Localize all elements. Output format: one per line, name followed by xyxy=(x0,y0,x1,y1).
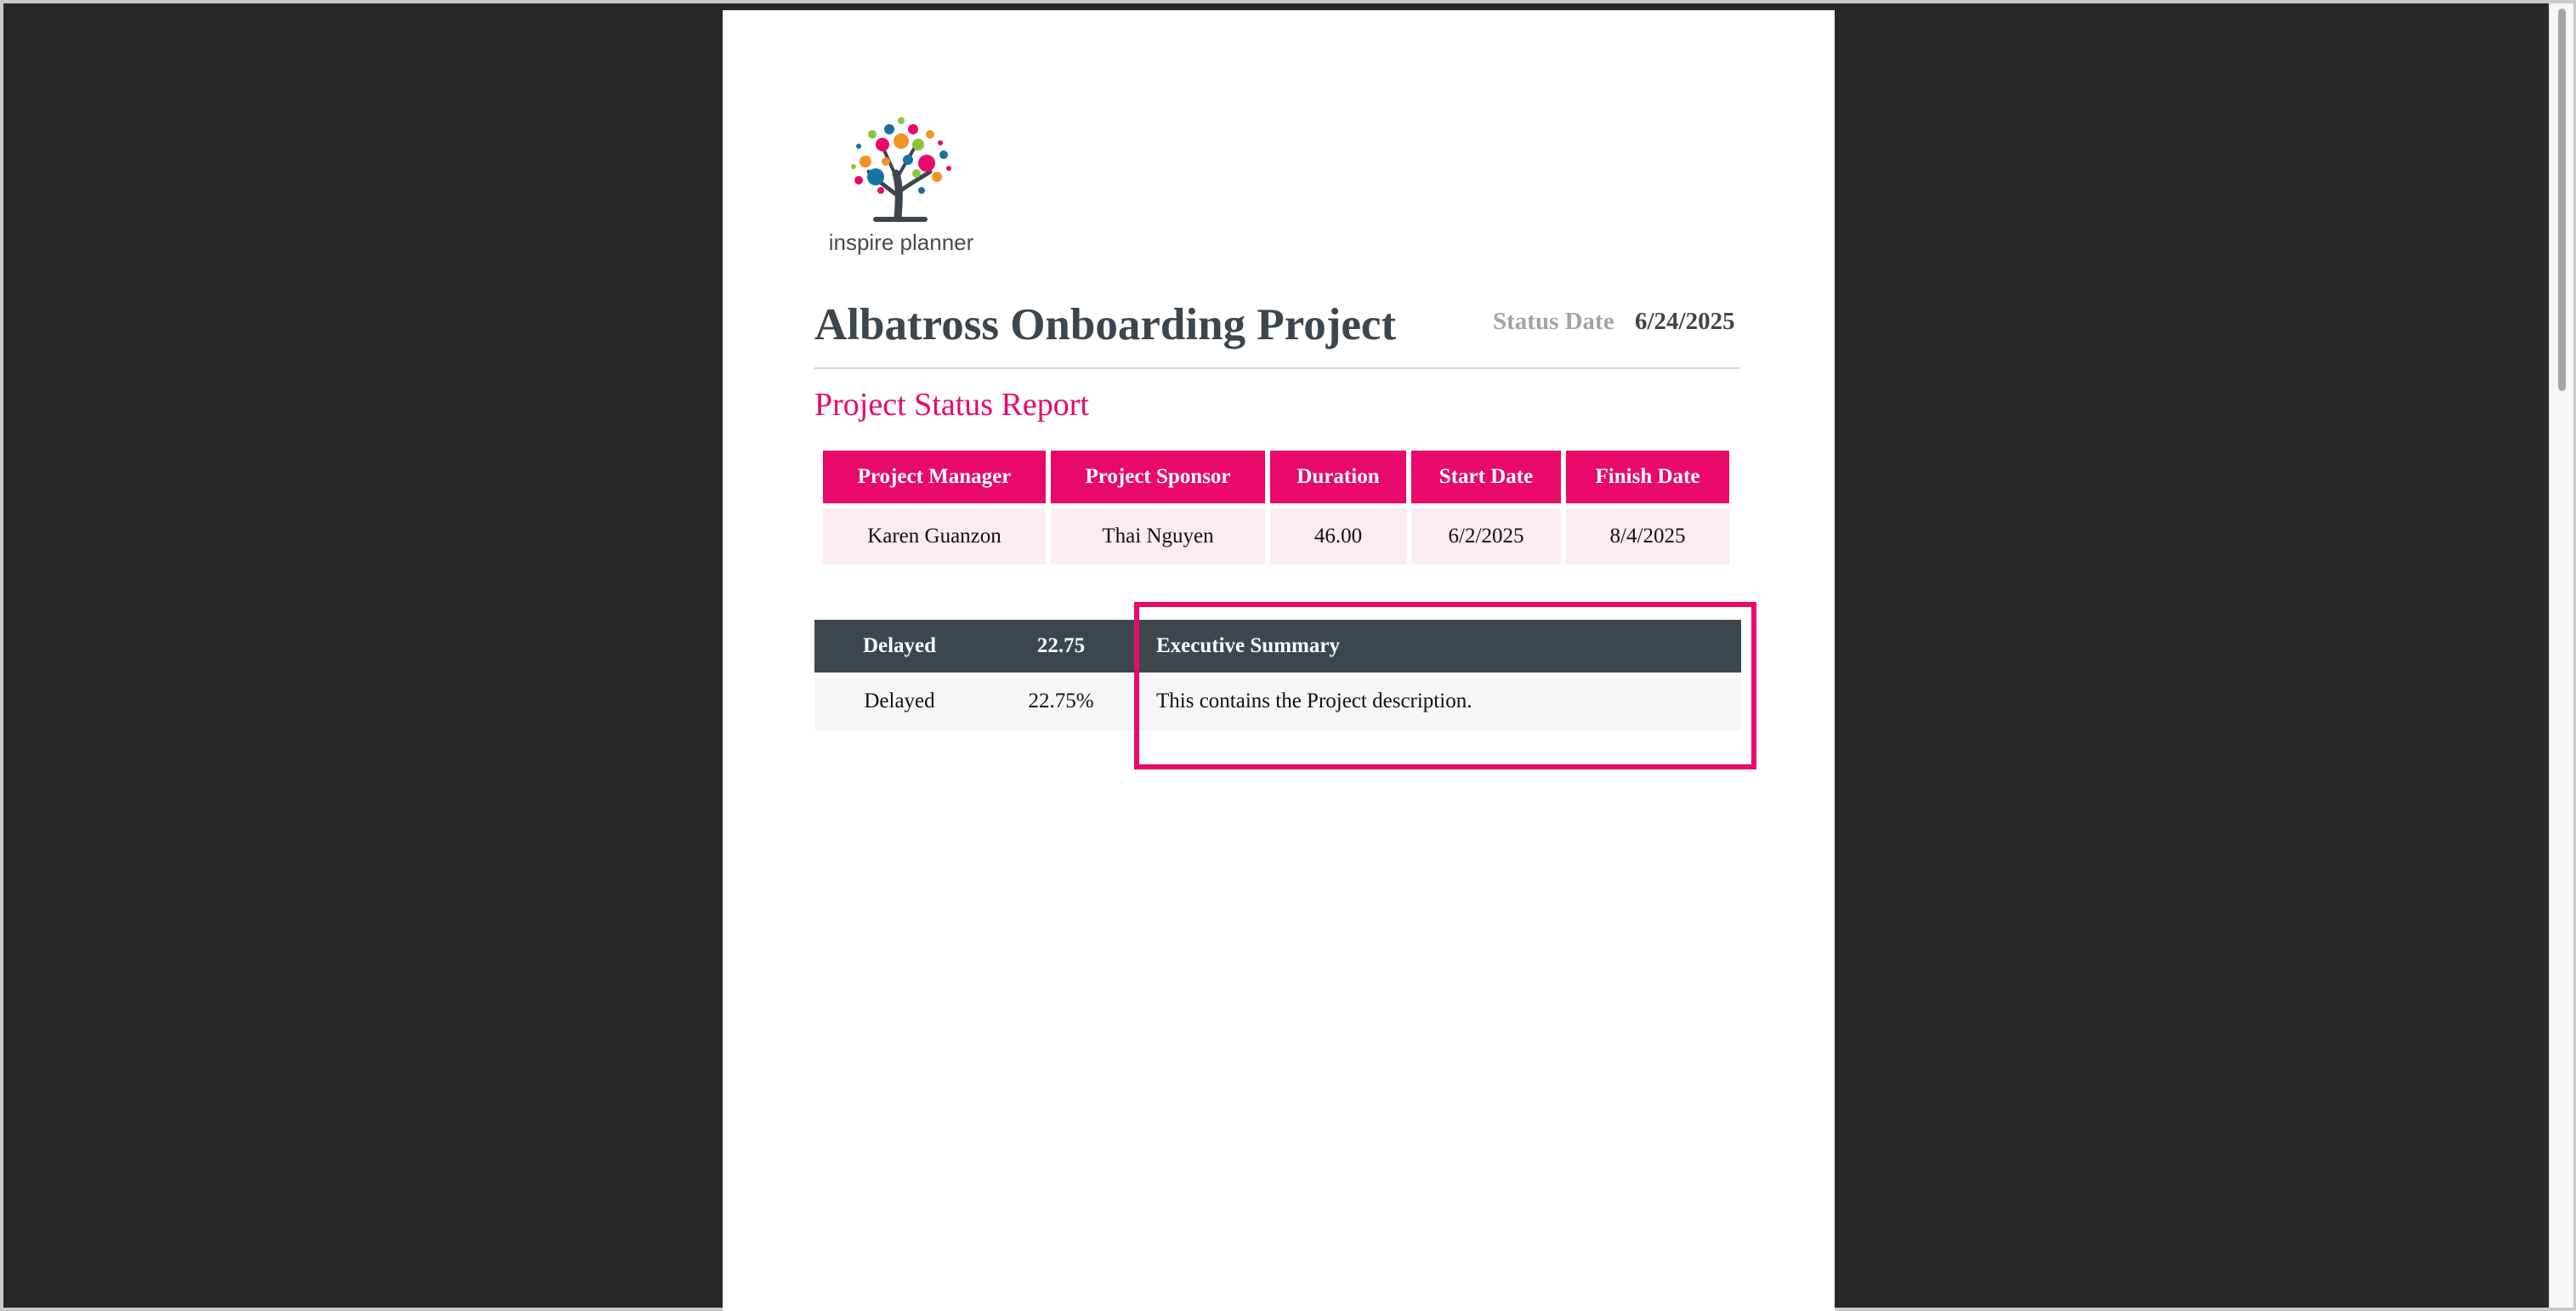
percent-complete-cell: 22.75% xyxy=(984,673,1138,730)
info-value-cell: Thai Nguyen xyxy=(1051,503,1265,565)
tree-logo-icon xyxy=(851,117,951,222)
info-value-cell: 46.00 xyxy=(1270,503,1406,565)
report-subtitle: Project Status Report xyxy=(814,387,1089,423)
info-header-cell: Project Manager xyxy=(823,451,1046,503)
info-value-cell: Karen Guanzon xyxy=(823,503,1046,565)
info-value-cell: 6/2/2025 xyxy=(1411,503,1561,565)
pdf-viewer: inspire planner Albatross Onboarding Pro… xyxy=(3,3,2549,1311)
info-header-cell: Start Date xyxy=(1411,451,1561,503)
title-divider xyxy=(814,367,1739,369)
logo-text: inspire planner xyxy=(828,230,974,255)
info-header-row: Project Manager Project Sponsor Duration… xyxy=(823,451,1729,503)
info-header-cell: Project Sponsor xyxy=(1051,451,1265,503)
status-date-label: Status Date xyxy=(1493,308,1614,335)
status-header-cell: 22.75 xyxy=(984,620,1138,673)
highlight-box xyxy=(1134,602,1756,769)
info-value-cell: 8/4/2025 xyxy=(1566,503,1729,565)
info-header-cell: Finish Date xyxy=(1566,451,1729,503)
inspire-planner-logo: inspire planner xyxy=(825,112,978,261)
report-page: inspire planner Albatross Onboarding Pro… xyxy=(723,10,1835,1311)
info-value-row: Karen Guanzon Thai Nguyen 46.00 6/2/2025… xyxy=(823,503,1729,565)
vertical-scrollbar[interactable] xyxy=(2549,3,2573,1308)
report-title: Albatross Onboarding Project xyxy=(814,300,1397,349)
status-header-cell: Delayed xyxy=(814,620,984,673)
status-value-cell: Delayed xyxy=(814,673,984,730)
scrollbar-thumb[interactable] xyxy=(2558,9,2566,391)
info-header-cell: Duration xyxy=(1270,451,1406,503)
project-info-table: Project Manager Project Sponsor Duration… xyxy=(818,451,1734,565)
status-date-value: 6/24/2025 xyxy=(1635,308,1735,335)
